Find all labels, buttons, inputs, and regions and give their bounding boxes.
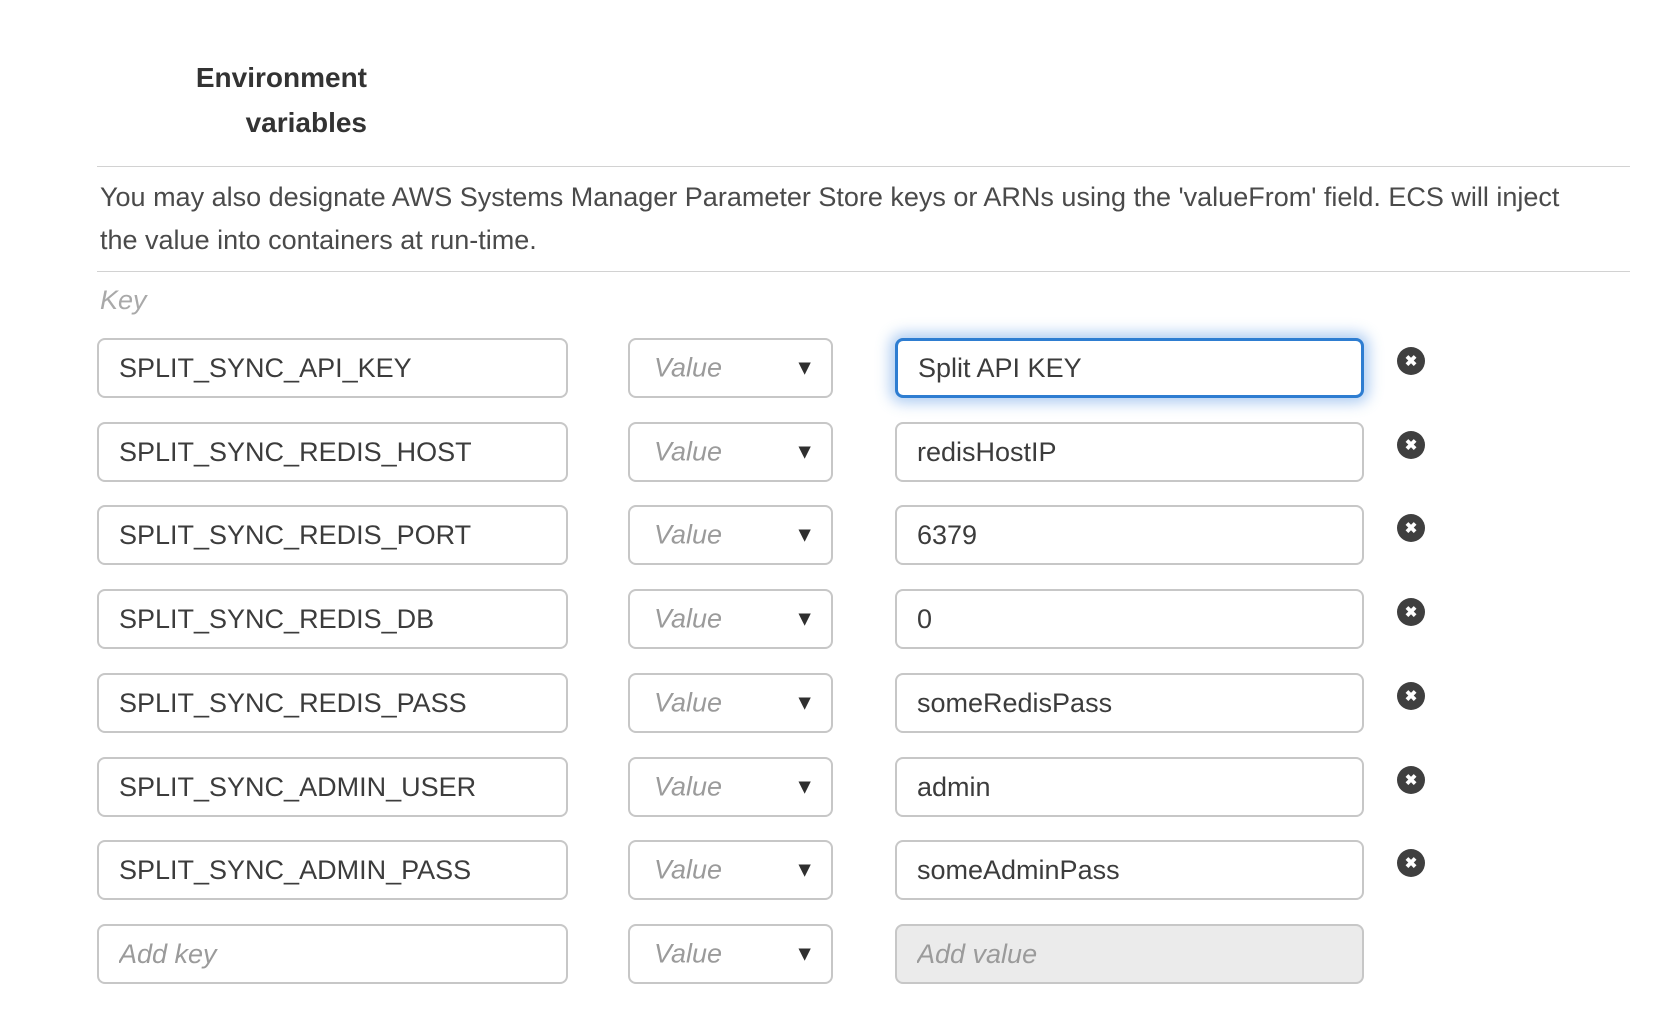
section-label: Environment variables — [97, 55, 367, 145]
divider-bottom — [97, 271, 1630, 272]
value-type-dropdown[interactable]: Value ▼ — [628, 757, 833, 817]
value-type-label: Value — [654, 939, 722, 970]
env-key-input[interactable] — [97, 505, 568, 565]
remove-row-button[interactable]: ✖ — [1397, 766, 1425, 794]
value-type-label: Value — [654, 688, 722, 719]
env-value-input[interactable] — [895, 505, 1364, 565]
value-type-label: Value — [654, 353, 722, 384]
value-type-dropdown[interactable]: Value ▼ — [628, 840, 833, 900]
chevron-down-icon: ▼ — [794, 860, 815, 881]
remove-icon: ✖ — [1405, 689, 1418, 704]
description-line1: You may also designate AWS Systems Manag… — [100, 176, 1559, 219]
value-type-dropdown[interactable]: Value ▼ — [628, 673, 833, 733]
env-value-input[interactable] — [895, 840, 1364, 900]
remove-icon: ✖ — [1405, 605, 1418, 620]
env-value-input[interactable] — [895, 422, 1364, 482]
environment-variables-section: Environment variables You may also desig… — [0, 0, 1678, 1018]
value-type-dropdown[interactable]: Value ▼ — [628, 505, 833, 565]
remove-icon: ✖ — [1405, 438, 1418, 453]
chevron-down-icon: ▼ — [794, 609, 815, 630]
env-value-input[interactable] — [895, 338, 1364, 398]
value-type-label: Value — [654, 520, 722, 551]
remove-row-button[interactable]: ✖ — [1397, 682, 1425, 710]
chevron-down-icon: ▼ — [794, 525, 815, 546]
env-var-row: Value ▼ ✖ — [0, 673, 1678, 733]
value-type-label: Value — [654, 437, 722, 468]
remove-row-button[interactable]: ✖ — [1397, 598, 1425, 626]
remove-icon: ✖ — [1405, 521, 1418, 536]
chevron-down-icon: ▼ — [794, 358, 815, 379]
value-type-label: Value — [654, 604, 722, 635]
env-var-row: Value ▼ ✖ — [0, 589, 1678, 649]
env-var-row: Value ▼ ✖ — [0, 505, 1678, 565]
divider-top — [97, 166, 1630, 167]
env-value-input[interactable] — [895, 589, 1364, 649]
section-label-line2: variables — [97, 100, 367, 145]
env-var-row: Value ▼ ✖ — [0, 338, 1678, 398]
env-var-add-row: Value ▼ — [0, 924, 1678, 984]
env-key-input[interactable] — [97, 840, 568, 900]
value-type-dropdown[interactable]: Value ▼ — [628, 924, 833, 984]
chevron-down-icon: ▼ — [794, 777, 815, 798]
env-key-input[interactable] — [97, 673, 568, 733]
remove-row-button[interactable]: ✖ — [1397, 514, 1425, 542]
value-type-dropdown[interactable]: Value ▼ — [628, 338, 833, 398]
key-column-label: Key — [100, 285, 147, 316]
env-var-row: Value ▼ ✖ — [0, 840, 1678, 900]
section-label-line1: Environment — [97, 55, 367, 100]
remove-row-button[interactable]: ✖ — [1397, 347, 1425, 375]
add-key-input[interactable] — [97, 924, 568, 984]
value-type-label: Value — [654, 772, 722, 803]
env-key-input[interactable] — [97, 422, 568, 482]
value-type-dropdown[interactable]: Value ▼ — [628, 422, 833, 482]
env-key-input[interactable] — [97, 589, 568, 649]
remove-row-button[interactable]: ✖ — [1397, 431, 1425, 459]
value-type-dropdown[interactable]: Value ▼ — [628, 589, 833, 649]
env-key-input[interactable] — [97, 757, 568, 817]
value-type-label: Value — [654, 855, 722, 886]
description-line2: the value into containers at run-time. — [100, 219, 1559, 262]
remove-row-button[interactable]: ✖ — [1397, 849, 1425, 877]
remove-icon: ✖ — [1405, 773, 1418, 788]
remove-icon: ✖ — [1405, 354, 1418, 369]
chevron-down-icon: ▼ — [794, 442, 815, 463]
remove-icon: ✖ — [1405, 856, 1418, 871]
add-value-input — [895, 924, 1364, 984]
chevron-down-icon: ▼ — [794, 693, 815, 714]
env-value-input[interactable] — [895, 757, 1364, 817]
env-key-input[interactable] — [97, 338, 568, 398]
env-value-input[interactable] — [895, 673, 1364, 733]
chevron-down-icon: ▼ — [794, 944, 815, 965]
section-description: You may also designate AWS Systems Manag… — [100, 176, 1559, 262]
env-var-row: Value ▼ ✖ — [0, 757, 1678, 817]
env-var-row: Value ▼ ✖ — [0, 422, 1678, 482]
